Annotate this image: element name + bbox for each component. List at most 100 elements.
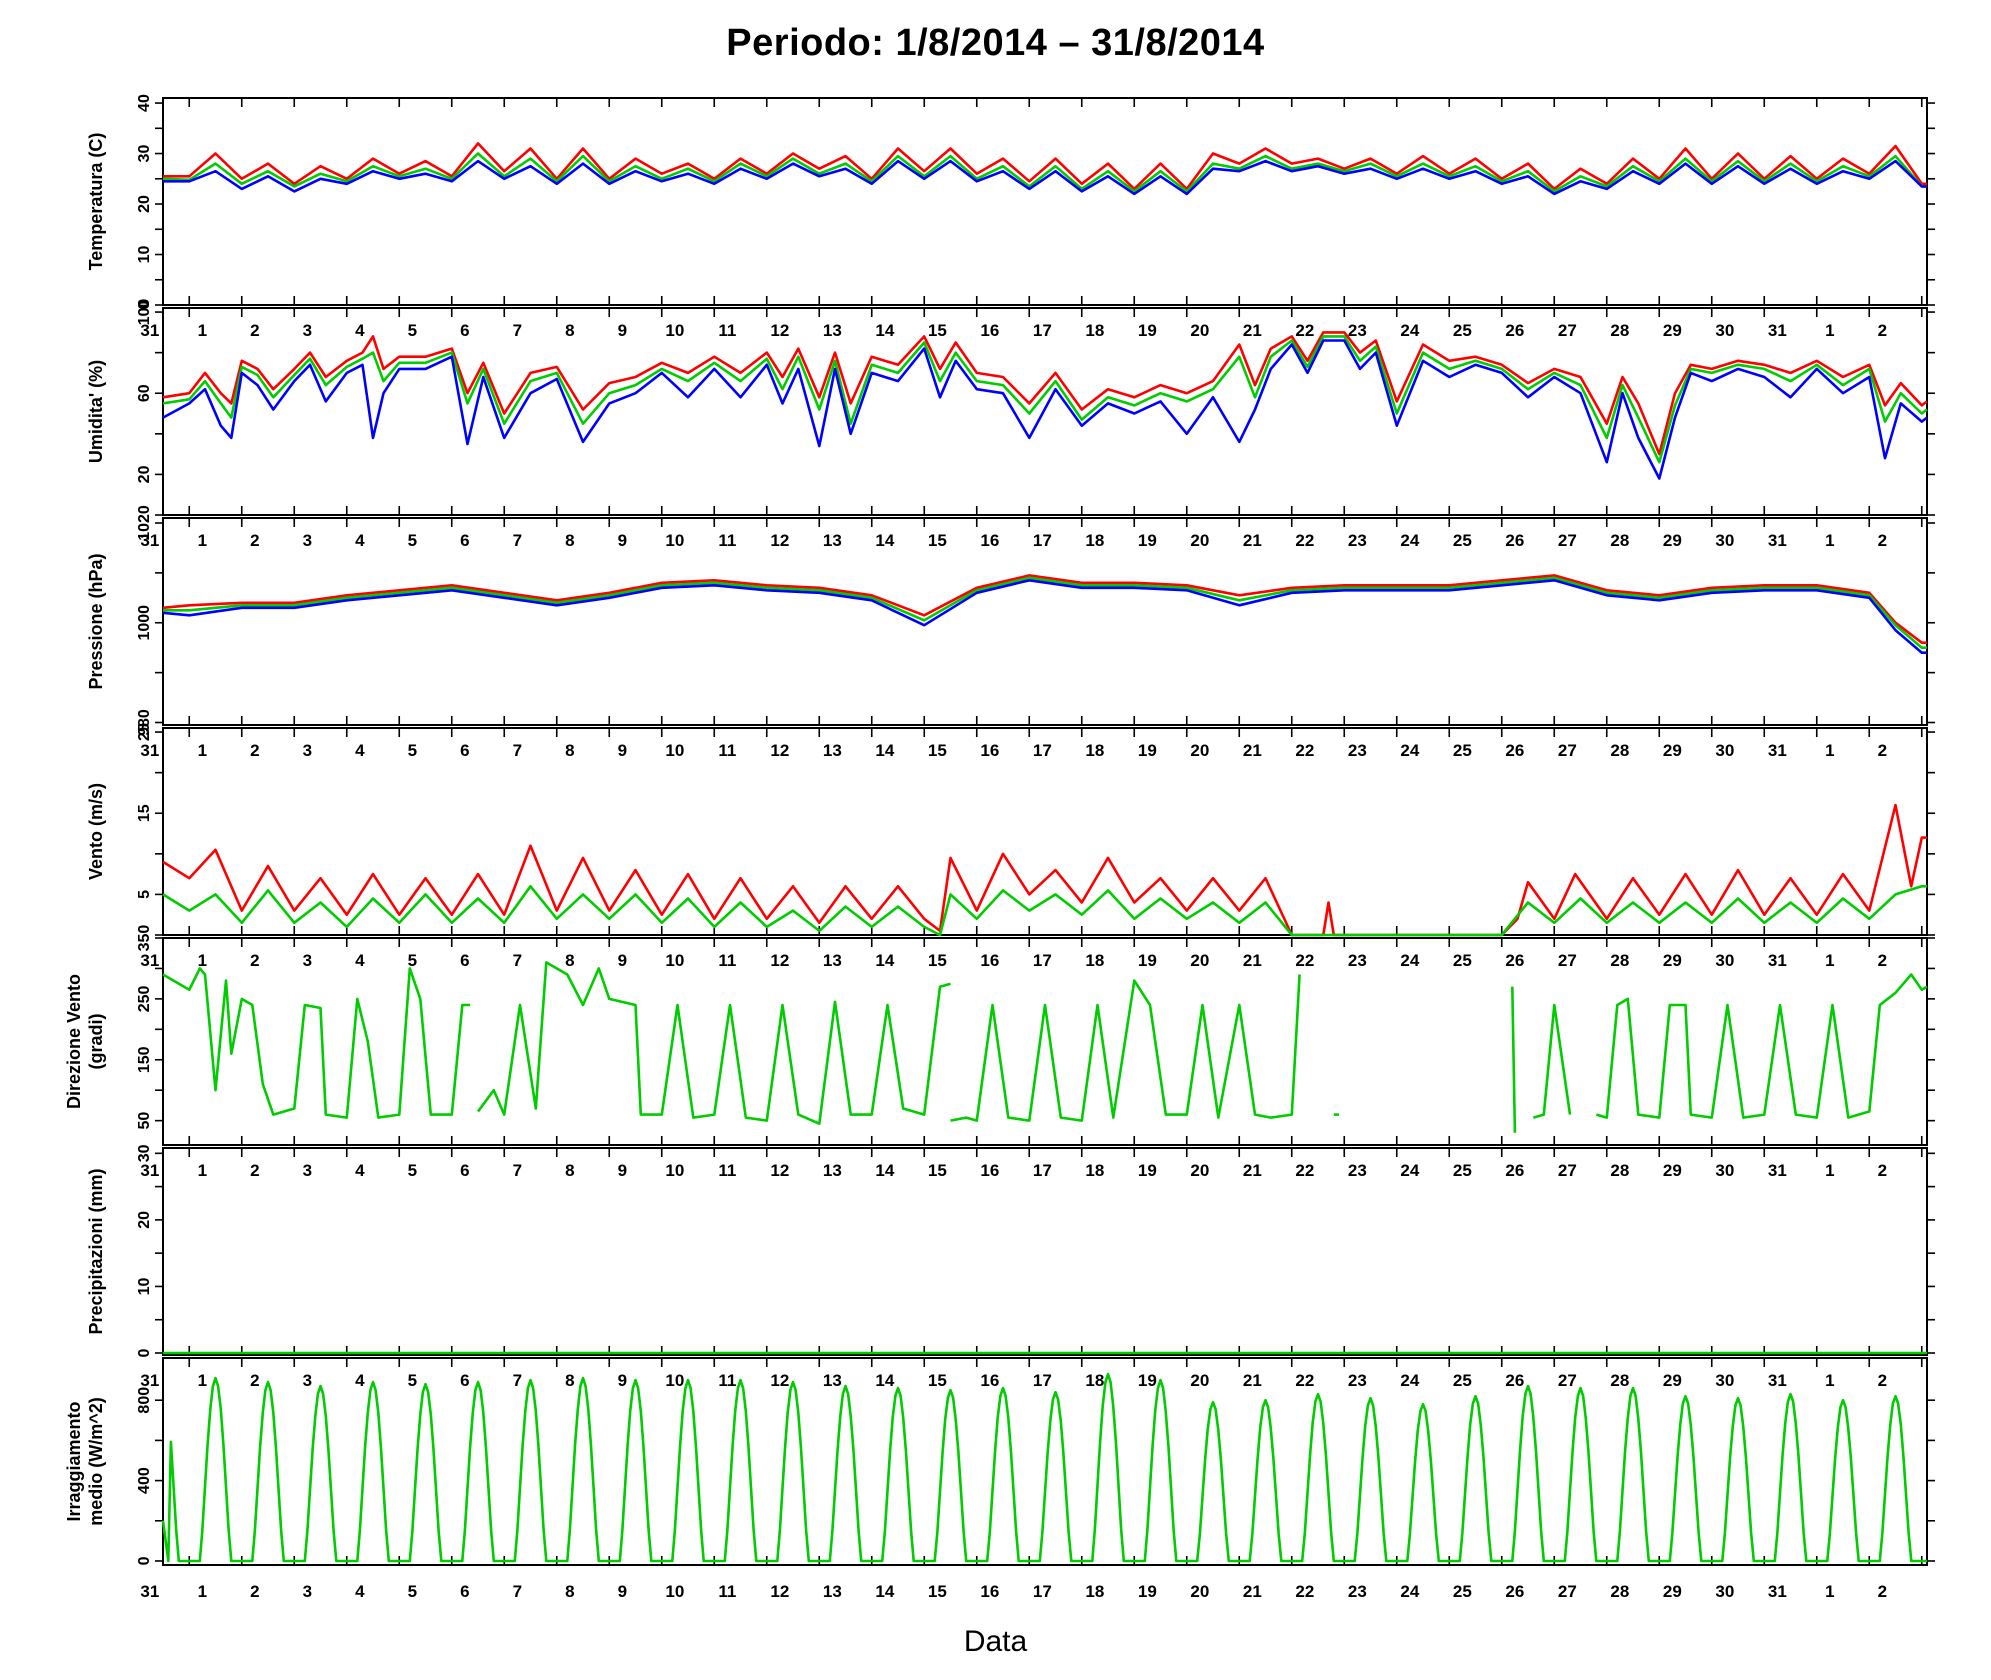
day-label: 4 (355, 741, 365, 760)
day-label: 8 (565, 321, 574, 340)
day-label: 30 (1715, 741, 1734, 760)
y-axis-label: Direzione Vento (64, 974, 84, 1109)
day-label: 2 (1878, 531, 1887, 550)
day-label: 24 (1400, 741, 1419, 760)
x-axis-day-label: 16 (980, 1582, 999, 1601)
day-label: 16 (980, 951, 999, 970)
day-label: 25 (1453, 1161, 1472, 1180)
day-label: 27 (1558, 951, 1577, 970)
day-label: 23 (1348, 321, 1367, 340)
day-label: 6 (460, 741, 469, 760)
day-label: 22 (1295, 1371, 1314, 1390)
day-label: 26 (1505, 321, 1524, 340)
day-label: 9 (618, 741, 627, 760)
day-label: 19 (1138, 741, 1157, 760)
y-axis-label: Temperatura (C) (86, 133, 106, 271)
day-label: 11 (718, 741, 736, 760)
day-label: 22 (1295, 321, 1314, 340)
x-axis-day-label: 14 (875, 1582, 894, 1601)
day-label: 17 (1033, 531, 1052, 550)
day-label: 1 (198, 531, 207, 550)
day-label: 18 (1085, 531, 1104, 550)
x-axis-day-label: 8 (565, 1582, 574, 1601)
day-label: 8 (565, 531, 574, 550)
day-label: 21 (1243, 1161, 1262, 1180)
day-label: 20 (1190, 321, 1209, 340)
day-label: 6 (460, 321, 469, 340)
series-line-green (161, 1372, 1927, 1563)
day-label: 13 (823, 531, 842, 550)
day-label: 16 (980, 1371, 999, 1390)
y-tick-label: 1000 (136, 605, 153, 641)
day-label: 18 (1085, 1161, 1104, 1180)
day-label: 1 (1825, 1371, 1834, 1390)
day-label: 22 (1295, 741, 1314, 760)
x-axis-day-label: 1 (198, 1582, 207, 1601)
day-label: 7 (513, 1371, 522, 1390)
day-label: 30 (1715, 531, 1734, 550)
day-label: 11 (718, 951, 736, 970)
day-label: 11 (718, 1161, 736, 1180)
y-tick-label: 250 (136, 985, 153, 1012)
day-label: 27 (1558, 1161, 1577, 1180)
y-tick-label: 15 (136, 804, 153, 822)
day-label: 2 (1878, 741, 1887, 760)
day-label: 28 (1610, 1161, 1629, 1180)
y-axis-label: (gradi) (86, 1013, 106, 1069)
day-label: 23 (1348, 1161, 1367, 1180)
y-axis-label: Precipitazioni (mm) (86, 1168, 106, 1334)
day-label: 30 (1715, 1371, 1734, 1390)
day-label: 15 (928, 1371, 947, 1390)
x-axis-day-label: 1 (1825, 1582, 1834, 1601)
day-label: 25 (1453, 951, 1472, 970)
day-label: 26 (1505, 741, 1524, 760)
day-label: 11 (718, 531, 736, 550)
day-label: 9 (618, 1161, 627, 1180)
y-tick-label: 20 (136, 195, 153, 213)
day-label: 7 (513, 531, 522, 550)
y-tick-label: 30 (136, 145, 153, 163)
day-label: 1 (198, 1371, 207, 1390)
series-line-red (162, 574, 1927, 645)
day-label: 21 (1243, 531, 1262, 550)
day-label: 24 (1400, 951, 1419, 970)
day-label: 17 (1033, 321, 1052, 340)
x-axis-day-label: 7 (513, 1582, 522, 1601)
y-tick-label: 0 (136, 1556, 153, 1565)
day-label: 8 (565, 1371, 574, 1390)
y-tick-label: 150 (136, 1046, 153, 1073)
day-label: 31 (140, 951, 159, 970)
y-tick-label: 60 (136, 384, 153, 402)
day-label: 12 (770, 951, 789, 970)
day-label: 4 (355, 1161, 365, 1180)
x-axis-day-label: 22 (1295, 1582, 1314, 1601)
series-line-green (162, 967, 471, 1119)
day-label: 17 (1033, 951, 1052, 970)
y-tick-label: 10 (136, 1277, 153, 1295)
day-label: 20 (1190, 951, 1209, 970)
day-label: 17 (1033, 1161, 1052, 1180)
day-label: 15 (928, 741, 947, 760)
x-axis-day-label: 29 (1663, 1582, 1682, 1601)
day-label: 26 (1505, 1371, 1524, 1390)
y-axis-label: Irraggiamento (64, 1401, 84, 1521)
day-label: 11 (718, 321, 736, 340)
day-label: 30 (1715, 951, 1734, 970)
day-label: 12 (770, 531, 789, 550)
day-label: 31 (140, 531, 159, 550)
day-label: 29 (1663, 1371, 1682, 1390)
day-label: 31 (140, 1371, 159, 1390)
day-label: 16 (980, 1161, 999, 1180)
day-label: 5 (408, 1371, 417, 1390)
day-label: 19 (1138, 321, 1157, 340)
day-label: 9 (618, 531, 627, 550)
day-label: 18 (1085, 1371, 1104, 1390)
y-tick-label: 40 (136, 94, 153, 112)
day-label: 1 (198, 741, 207, 760)
day-label: 2 (250, 1161, 259, 1180)
day-label: 19 (1138, 1371, 1157, 1390)
day-label: 26 (1505, 1161, 1524, 1180)
day-label: 5 (408, 951, 417, 970)
day-label: 21 (1243, 1371, 1262, 1390)
day-label: 15 (928, 1161, 947, 1180)
